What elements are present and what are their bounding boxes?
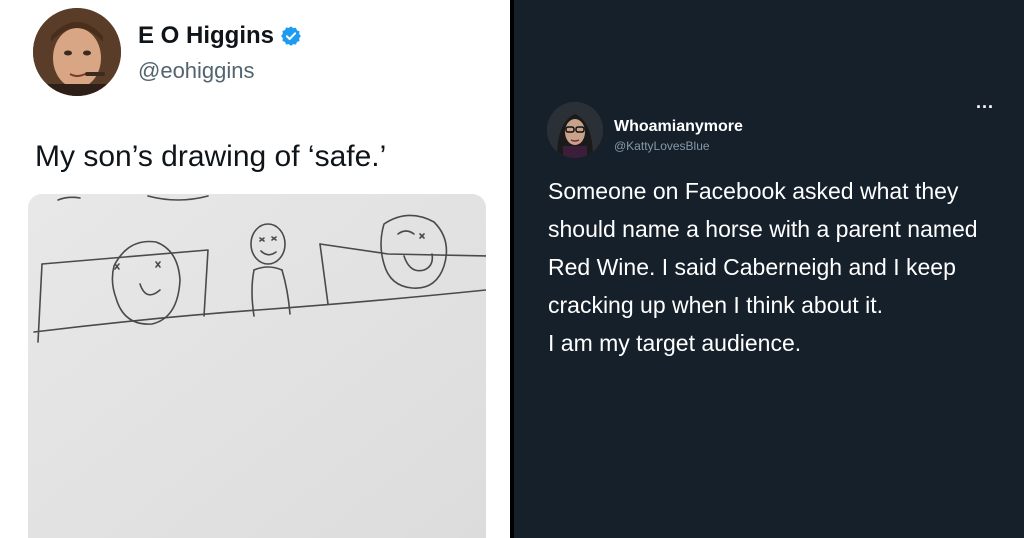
tweet-text: Someone on Facebook asked what they shou… [548, 172, 1010, 362]
avatar[interactable] [33, 8, 121, 96]
more-options-icon[interactable]: ... [976, 92, 994, 113]
meme-composite: E O Higgins @eohiggins My son’s drawing … [0, 0, 1024, 538]
verified-badge-icon [280, 25, 302, 47]
display-name[interactable]: Whoamianymore [614, 118, 743, 136]
display-name[interactable]: E O Higgins [138, 22, 274, 50]
avatar-photo [33, 8, 121, 96]
child-drawing-image [28, 194, 486, 538]
tweet-left: E O Higgins @eohiggins My son’s drawing … [0, 0, 510, 538]
tweet-media-drawing[interactable] [28, 194, 486, 538]
display-name-row: E O Higgins [138, 22, 302, 50]
user-handle[interactable]: @eohiggins [138, 58, 255, 84]
tweet-right: Whoamianymore @KattyLovesBlue ... Someon… [514, 0, 1024, 538]
tweet-text: My son’s drawing of ‘safe.’ [35, 140, 387, 173]
avatar[interactable] [547, 102, 603, 158]
tweet-text-paragraph: I am my target audience. [548, 330, 802, 356]
avatar-photo [547, 102, 603, 158]
tweet-text-paragraph: Someone on Facebook asked what they shou… [548, 178, 978, 318]
user-handle[interactable]: @KattyLovesBlue [614, 139, 710, 153]
